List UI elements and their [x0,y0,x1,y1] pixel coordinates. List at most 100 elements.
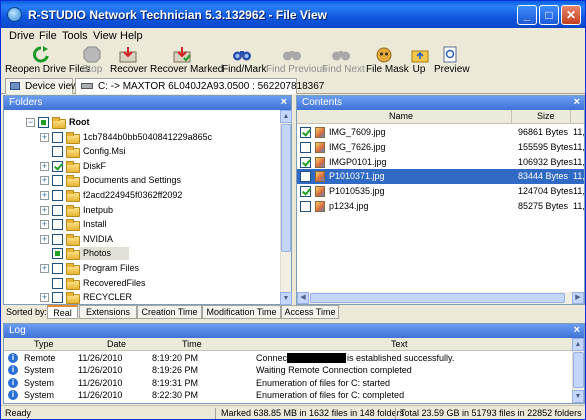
file-checkbox[interactable] [300,171,311,183]
file-row[interactable]: IMGP0101.jpg 106932 Bytes 11, [297,155,585,170]
expand-icon[interactable]: + [40,264,49,273]
expand-icon[interactable]: + [40,191,49,200]
sort-tab-creation-time[interactable]: Creation Time [137,305,202,319]
find-previous-button[interactable]: Find Previous [266,46,327,77]
sort-tab-modification-time[interactable]: Modification Time [202,305,281,319]
stop-button[interactable]: Stop [79,46,105,77]
scroll-right-icon[interactable]: ▶ [572,292,584,304]
folder-tree-item[interactable]: + Documents and Settings [4,174,280,188]
expand-icon[interactable]: + [40,293,49,303]
folder-tree-item[interactable]: + RECYCLER [4,291,280,305]
menu-help[interactable]: Help [120,30,143,42]
expand-icon[interactable]: + [40,176,49,186]
folder-tree-item[interactable]: +1cb7844b0bb5040841229a865c [4,131,280,145]
log-column-text[interactable]: Text [391,339,408,349]
recover-button[interactable]: Recover [110,46,147,77]
folder-tree-item[interactable]: + Inetpub [4,204,280,218]
folder-tree-item[interactable]: + Install [4,218,280,232]
sort-tab-real[interactable]: Real [47,305,78,319]
log-row[interactable]: i System 11/26/2010 8:19:26 PM Waiting Remot… [4,364,572,376]
expand-icon[interactable]: + [40,161,49,171]
file-checkbox[interactable] [300,141,311,153]
expand-icon[interactable]: + [40,132,49,142]
folder-checkbox[interactable] [52,277,63,289]
column-size[interactable]: Size [537,111,555,121]
sort-tab-extensions[interactable]: Extensions [79,305,137,319]
maximize-button[interactable]: □ [539,5,559,25]
menu-drive[interactable]: Drive [9,30,35,42]
find-mark-button[interactable]: Find/Mark [222,46,266,77]
file-row[interactable]: IMG_7626.jpg 155595 Bytes 11, [297,140,585,155]
hscroll-thumb[interactable] [310,293,565,303]
menu-tools[interactable]: Tools [62,30,88,42]
folder-checkbox[interactable] [52,219,63,231]
log-row[interactable]: iRemote11/26/20108:19:20 PMConnection wi… [4,352,572,364]
log-scroll-up-icon[interactable]: ▲ [572,338,584,351]
scroll-thumb[interactable] [281,124,291,252]
log-close-icon[interactable]: × [574,324,580,336]
folders-close-icon[interactable]: × [281,96,287,108]
folder-checkbox[interactable] [52,263,63,274]
sort-tab-access-time[interactable]: Access Time [281,305,339,319]
folder-tree-item[interactable]: + NVIDIA [4,233,280,247]
file-checkbox[interactable] [300,201,311,212]
menu-file[interactable]: File [39,30,57,42]
file-mask-button[interactable]: File Mask [366,46,409,77]
window-title: R-STUDIO Network Technician 5.3.132962 -… [28,8,327,22]
file-checkbox[interactable] [300,186,311,198]
folder-checkbox[interactable] [52,292,63,304]
log-scroll-down-icon[interactable]: ▼ [572,390,584,403]
up-button[interactable]: Up [410,46,429,77]
column-name[interactable]: Name [389,111,413,121]
folder-checkbox[interactable] [52,190,63,201]
scroll-down-icon[interactable]: ▼ [280,292,292,305]
recover-marked-button[interactable]: Recover Marked [150,46,223,77]
close-button[interactable]: ✕ [561,5,581,25]
contents-hscrollbar[interactable]: ◀ ▶ [297,292,584,304]
log-column-date[interactable]: Date [107,339,126,349]
folder-tree-item[interactable]: Photos [4,247,280,261]
tab-drive-path[interactable]: C: -> MAXTOR 6L040J2A93.0500 : 562207818… [75,78,324,94]
file-checkbox[interactable] [300,127,311,138]
folder-checkbox[interactable] [52,160,63,172]
folders-scrollbar[interactable]: ▲ ▼ [280,110,292,305]
file-checkbox[interactable] [300,156,311,168]
file-row[interactable]: P1010535.jpg 124704 Bytes 11, [297,184,585,199]
folder-tree-item[interactable]: RecoveredFiles [4,277,280,291]
tab-device-view[interactable]: Device view [5,78,78,94]
folder-checkbox[interactable] [52,233,63,245]
folder-checkbox[interactable] [38,117,49,128]
scroll-up-icon[interactable]: ▲ [280,110,292,123]
file-row[interactable]: p1234.jpg 85275 Bytes 11, [297,199,585,214]
preview-button[interactable]: Preview [434,46,470,77]
menu-view[interactable]: View [93,30,117,42]
folder-checkbox[interactable] [52,146,63,158]
scroll-left-icon[interactable]: ◀ [297,292,309,304]
log-row[interactable]: i System 11/26/2010 8:19:31 PM Enumeration o… [4,377,572,389]
folder-tree-item[interactable]: + f2acd224945f0362ff2092 [4,189,280,203]
folder-checkbox[interactable] [52,204,63,216]
collapse-icon[interactable]: − [26,118,35,127]
folder-tree-item[interactable]: − Root [4,116,280,130]
log-column-type[interactable]: Type [34,339,54,349]
reopen-drive-files-button[interactable]: Reopen Drive Files [5,46,90,77]
title-bar[interactable]: R-STUDIO Network Technician 5.3.132962 -… [1,1,585,28]
minimize-button[interactable]: _ [517,5,537,25]
log-scroll-thumb[interactable] [573,352,584,388]
folder-checkbox[interactable] [52,248,63,260]
contents-close-icon[interactable]: × [574,96,580,108]
folder-tree-item[interactable]: Config.Msi [4,145,280,159]
expand-icon[interactable]: + [40,220,49,230]
find-next-button[interactable]: Find Next [322,46,365,77]
expand-icon[interactable]: + [40,234,49,244]
folder-checkbox[interactable] [52,175,63,187]
file-row[interactable]: P1010371.jpg 83444 Bytes 11, [297,169,585,185]
folder-tree-item[interactable]: + Program Files [4,262,280,276]
log-column-time[interactable]: Time [182,339,202,349]
folder-checkbox[interactable] [52,131,63,143]
folder-tree-item[interactable]: + DiskF [4,160,280,174]
log-scrollbar[interactable]: ▲ ▼ [572,338,584,403]
log-row[interactable]: i System 11/26/2010 8:22:30 PM Enumeration o… [4,389,572,401]
expand-icon[interactable]: + [40,205,49,215]
file-row[interactable]: IMG_7609.jpg 96861 Bytes 11, [297,125,585,140]
